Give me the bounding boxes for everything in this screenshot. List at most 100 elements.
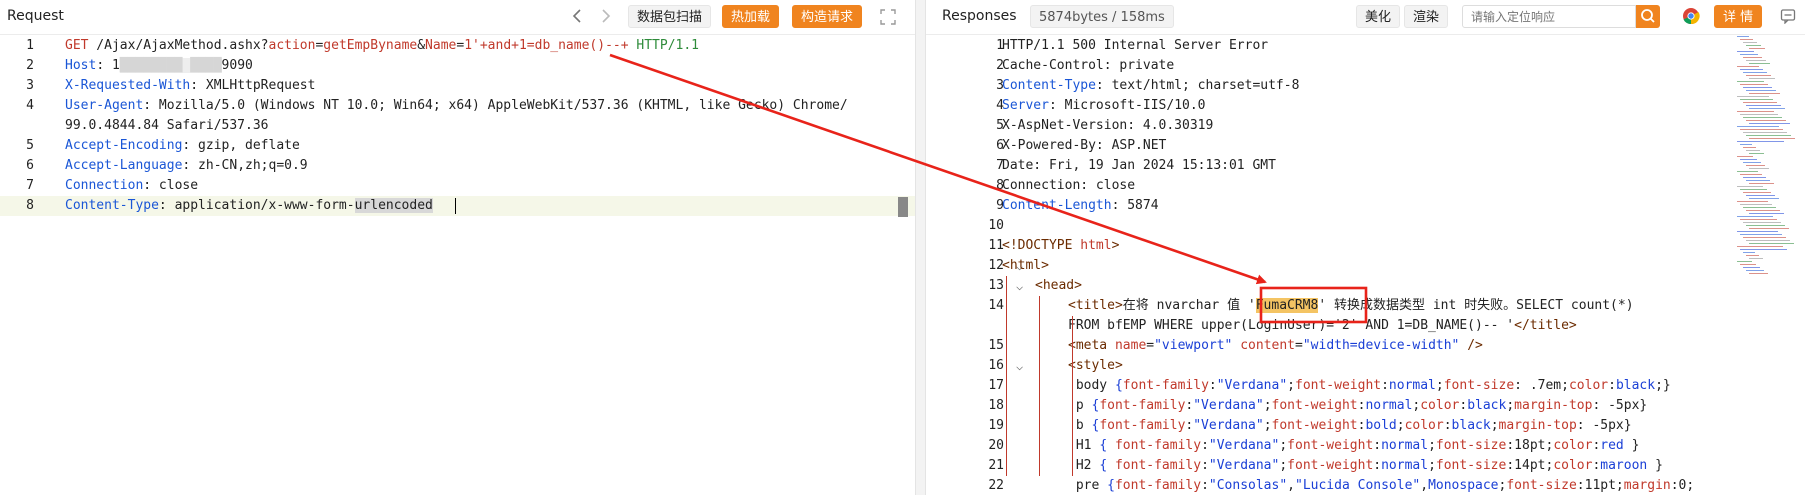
- response-editor[interactable]: 1 HTTP/1.1 500 Internal Server Error 2 Cach…: [926, 36, 1805, 495]
- code-line[interactable]: 3 X-Requested-With: XMLHttpRequest: [0, 76, 915, 96]
- fold-toggle-icon[interactable]: ⌵: [1016, 356, 1023, 376]
- render-button[interactable]: 渲染: [1404, 5, 1449, 28]
- code-token: ████████ ████: [119, 58, 222, 73]
- code-line[interactable]: 99.0.4844.84 Safari/537.36: [0, 116, 915, 136]
- indent-guide: [1072, 316, 1073, 476]
- minimap-line: [1740, 234, 1782, 235]
- minimap-line: [1740, 129, 1783, 130]
- code-token: ;: [1490, 418, 1499, 433]
- code-line[interactable]: 6 Accept-Language: zh-CN,zh;q=0.9: [0, 156, 915, 176]
- code-token: "Verdana": [1193, 418, 1264, 433]
- minimap-line: [1737, 171, 1758, 172]
- minimap-line: [1746, 195, 1775, 196]
- code-text: Content-Length: 5874: [1002, 196, 1159, 216]
- code-line[interactable]: 4 User-Agent: Mozilla/5.0 (Windows NT 10.…: [0, 96, 915, 116]
- request-title: Request: [7, 8, 64, 24]
- response-title: Responses: [942, 8, 1017, 24]
- fullscreen-icon[interactable]: [880, 9, 896, 29]
- code-minimap[interactable]: [1737, 36, 1795, 281]
- code-line[interactable]: 20 H1 { font-family:"Verdana";font-weigh…: [926, 436, 1805, 456]
- code-line[interactable]: 19 b {font-family:"Verdana";font-weight:…: [926, 416, 1805, 436]
- code-token: "Verdana": [1193, 398, 1264, 413]
- code-line[interactable]: 1 HTTP/1.1 500 Internal Server Error: [926, 36, 1805, 56]
- code-token: ,: [1420, 478, 1429, 493]
- code-token: {: [1099, 438, 1115, 453]
- code-token: font-size: [1443, 378, 1515, 393]
- minimap-line: [1740, 159, 1757, 160]
- code-line[interactable]: 16 ⌵ <style>: [926, 356, 1805, 376]
- message-icon[interactable]: [1780, 8, 1796, 28]
- chevron-right-icon[interactable]: [599, 7, 613, 29]
- code-line[interactable]: 10: [926, 216, 1805, 236]
- line-number: 19: [988, 418, 1004, 433]
- code-line[interactable]: 5 X-AspNet-Version: 4.0.30319: [926, 116, 1805, 136]
- code-text: Cache-Control: private: [1002, 56, 1174, 76]
- code-line[interactable]: 21 H2 { font-family:"Verdana";font-weigh…: [926, 456, 1805, 476]
- code-token: : -5px}: [1592, 398, 1648, 413]
- code-line[interactable]: 8 Content-Type: application/x-www-form-ur…: [0, 196, 915, 216]
- code-line[interactable]: 7 Date: Fri, 19 Jan 2024 15:13:01 GMT: [926, 156, 1805, 176]
- code-line[interactable]: 2 Cache-Control: private: [926, 56, 1805, 76]
- code-line[interactable]: 22 pre {font-family:"Consolas","Lucida C…: [926, 476, 1805, 495]
- code-text: <html>: [1002, 256, 1049, 276]
- code-token: X-Powered-By: ASP.NET: [1002, 138, 1167, 153]
- code-line[interactable]: FROM bfEMP WHERE upper(LoginUser)='2' AN…: [926, 316, 1805, 336]
- code-token: Accept-Encoding: [65, 138, 183, 153]
- code-token: "Verdana": [1208, 458, 1280, 473]
- locate-search-input[interactable]: [1462, 5, 1636, 28]
- line-number: 2: [996, 58, 1004, 73]
- code-token: Content-Length: [1002, 198, 1112, 213]
- minimap-line: [1740, 204, 1772, 205]
- pane-splitter[interactable]: [915, 0, 926, 495]
- code-line[interactable]: 18 p {font-family:"Verdana";font-weight:…: [926, 396, 1805, 416]
- minimap-line: [1737, 111, 1774, 112]
- code-line[interactable]: 15 <meta name="viewport" content="width=d…: [926, 336, 1805, 356]
- minimap-line: [1743, 192, 1771, 193]
- code-line[interactable]: 6 X-Powered-By: ASP.NET: [926, 136, 1805, 156]
- code-line[interactable]: 7 Connection: close: [0, 176, 915, 196]
- chrome-icon[interactable]: [1682, 7, 1700, 29]
- minimap-line: [1743, 222, 1781, 223]
- code-line[interactable]: 9 Content-Length: 5874: [926, 196, 1805, 216]
- minimap-line: [1749, 183, 1774, 184]
- code-line[interactable]: 5 Accept-Encoding: gzip, deflate: [0, 136, 915, 156]
- fold-toggle-icon[interactable]: ⌵: [1016, 276, 1023, 296]
- details-button[interactable]: 详 情: [1714, 5, 1763, 28]
- minimap-line: [1746, 45, 1761, 46]
- code-token: red: [1600, 438, 1624, 453]
- minimap-line: [1749, 258, 1763, 259]
- minimap-line: [1746, 165, 1765, 166]
- code-text: <!DOCTYPE html>: [1002, 236, 1119, 256]
- code-line[interactable]: 3 Content-Type: text/html; charset=utf-8: [926, 76, 1805, 96]
- code-token: name: [1114, 338, 1147, 353]
- code-line[interactable]: 4 Server: Microsoft-IIS/10.0: [926, 96, 1805, 116]
- line-number: 10: [988, 218, 1004, 233]
- line-number: 16: [988, 358, 1004, 373]
- minimap-line: [1740, 144, 1752, 145]
- beautify-button[interactable]: 美化: [1356, 5, 1401, 28]
- search-button[interactable]: [1636, 5, 1660, 28]
- code-line[interactable]: 13 ⌵ <head>: [926, 276, 1805, 296]
- request-editor[interactable]: 1 GET /Ajax/AjaxMethod.ashx?action = getEmp…: [0, 36, 915, 495]
- code-line[interactable]: 2 Host: 1████████ ████9090: [0, 56, 915, 76]
- chevron-left-icon[interactable]: [570, 7, 584, 29]
- code-line[interactable]: 14 <title>在将 nvarchar 值 'FumaCRM8' 转换成数据类…: [926, 296, 1805, 316]
- text-cursor: [455, 198, 456, 214]
- hot-load-button[interactable]: 热加载: [722, 5, 780, 28]
- packet-scan-button[interactable]: 数据包扫描: [628, 5, 712, 28]
- line-number: 4: [26, 98, 34, 113]
- code-line[interactable]: 17 body {font-family:"Verdana";font-weig…: [926, 376, 1805, 396]
- minimap-line: [1749, 168, 1769, 169]
- code-text: Content-Type: text/html; charset=utf-8: [1002, 76, 1299, 96]
- line-number: 13: [988, 278, 1004, 293]
- code-line[interactable]: 11 <!DOCTYPE html>: [926, 236, 1805, 256]
- code-token: urlencoded: [354, 198, 433, 213]
- code-line[interactable]: 8 Connection: close: [926, 176, 1805, 196]
- code-line[interactable]: 1 GET /Ajax/AjaxMethod.ashx?action = getEmp…: [0, 36, 915, 56]
- code-token: HTTP/1.1: [628, 38, 700, 53]
- code-token: <html>: [1002, 258, 1049, 273]
- code-text: H1 { font-family:"Verdana";font-weight:n…: [1068, 436, 1640, 456]
- code-token: Content-Type: [65, 198, 159, 213]
- code-line[interactable]: 12 ⌵ <html>: [926, 256, 1805, 276]
- build-request-button[interactable]: 构造请求: [792, 5, 863, 28]
